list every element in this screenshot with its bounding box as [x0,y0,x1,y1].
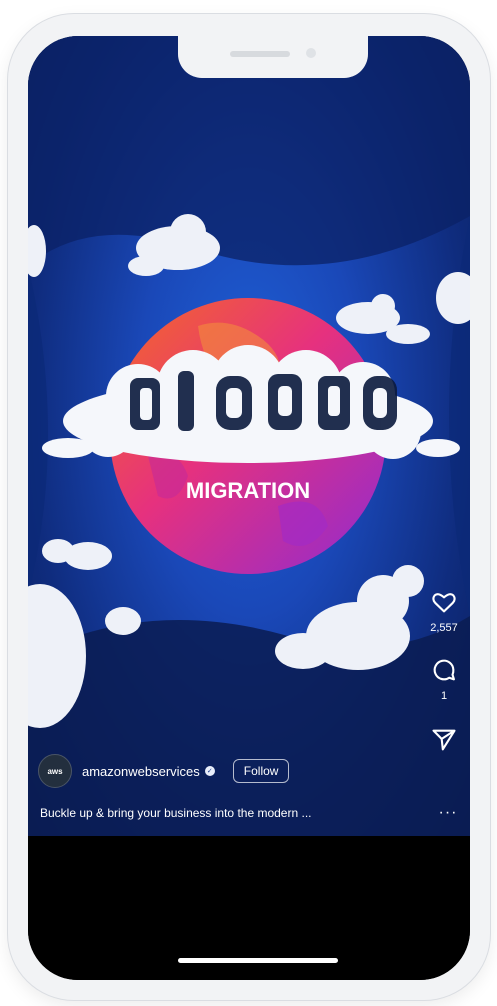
post-caption[interactable]: Buckle up & bring your business into the… [40,806,400,820]
avatar-logo-text: aws [47,766,63,776]
action-rail: 2,557 1 [424,588,464,754]
reel-artwork: MIGRATION [28,36,470,836]
comment-count: 1 [440,690,448,702]
more-options-button[interactable]: ··· [436,804,460,822]
username[interactable]: amazonwebservices [82,764,200,779]
avatar[interactable]: aws [38,754,72,788]
migration-title: MIGRATION [186,478,310,503]
speaker-grille [230,51,290,57]
comment-bubble-icon [433,659,455,681]
phone-notch [178,36,368,78]
verified-badge-icon: ✓ [204,766,215,776]
like-count: 2,557 [430,622,458,634]
heart-icon [432,593,456,613]
comment-button[interactable]: 1 [424,656,464,702]
phone-screen: MIGRATION 2,557 1 aws amazonwebservices … [28,36,470,980]
like-button[interactable]: 2,557 [424,588,464,634]
home-indicator [178,958,338,963]
follow-button[interactable]: Follow [232,759,290,783]
front-camera [306,48,316,58]
paper-plane-icon [432,729,456,751]
reel-video[interactable]: MIGRATION [28,36,470,836]
page: MIGRATION 2,557 1 aws amazonwebservices … [0,0,497,1006]
phone-frame: MIGRATION 2,557 1 aws amazonwebservices … [8,14,490,1000]
account-row: aws amazonwebservices ✓ Follow [38,754,290,788]
share-button[interactable] [424,726,464,754]
